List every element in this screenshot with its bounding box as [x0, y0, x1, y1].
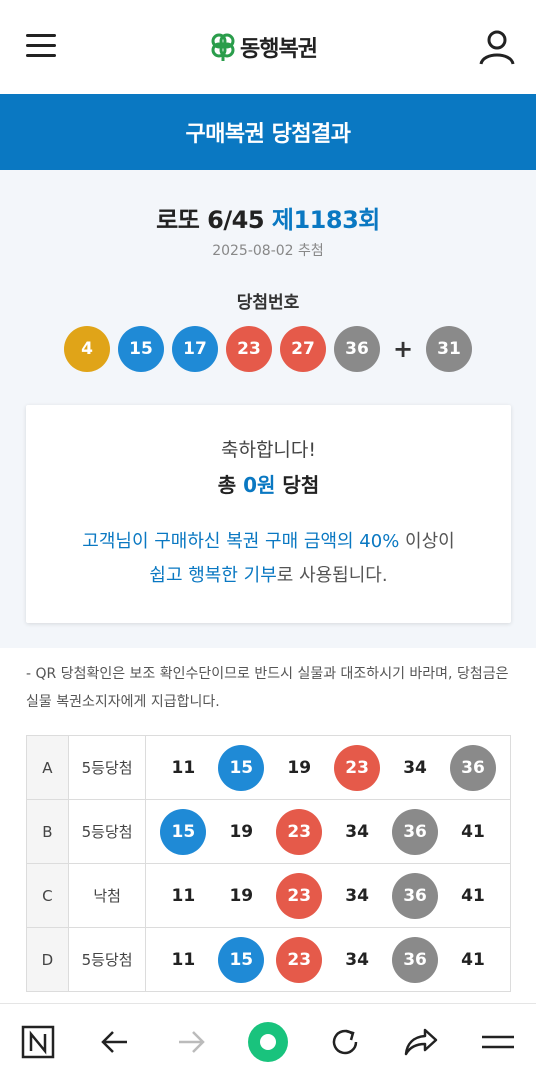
ticket-number: 34 [345, 949, 369, 970]
ticket-number: 36 [449, 744, 496, 791]
donation-msg-1: 고객님이 구매하신 복권 구매 금액의 40% [82, 531, 400, 552]
donation-msg-3: 쉽고 행복한 기부 [149, 565, 277, 586]
ticket-letter: C [26, 863, 69, 928]
ticket-number: 36 [392, 936, 439, 983]
back-arrow-icon[interactable] [90, 1017, 140, 1067]
ticket-table: A 5등당첨 11 15 19 23 34 36 B 5등당첨 15 19 23 34 36 41 C 낙첨 11 1… [26, 735, 511, 992]
winning-numbers-label: 당첨번호 [236, 293, 300, 313]
ticket-number: 19 [287, 757, 312, 778]
total-prefix: 총 [217, 473, 237, 497]
ticket-number: 34 [403, 757, 427, 778]
draw-result-section: 로또 6/45 제1183회 2025-08-02 추첨 당첨번호 4 15 17 2… [0, 170, 536, 648]
winning-number-ball: 27 [280, 326, 326, 372]
ticket-number: 19 [229, 821, 254, 842]
ticket-number: 15 [218, 936, 265, 983]
winning-numbers: 4 15 17 23 27 36 +31 [0, 326, 536, 372]
share-icon[interactable] [396, 1017, 446, 1067]
donation-message: 고객님이 구매하신 복권 구매 금액의 40% 이상이 쉽고 행복한 기부로 사… [26, 525, 511, 593]
winning-number-ball: 15 [118, 326, 164, 372]
ticket-number: 34 [345, 821, 369, 842]
ticket-status: 낙첨 [67, 863, 147, 928]
ticket-number: 11 [171, 885, 196, 906]
ticket-number: 15 [218, 744, 265, 791]
draw-date: 2025-08-02 추첨 [212, 243, 324, 259]
plus-sign: + [392, 335, 414, 363]
donation-msg-2: 이상이 [399, 531, 455, 552]
menu-icon[interactable] [473, 1017, 523, 1067]
ticket-number: 36 [392, 808, 439, 855]
ticket-numbers: 15 19 23 34 36 41 [145, 799, 511, 864]
page-title: 구매복권 당첨결과 [185, 122, 351, 147]
ticket-row: B 5등당첨 15 19 23 34 36 41 [26, 799, 511, 864]
ticket-number: 23 [276, 872, 323, 919]
total-prize: 총 0원 당첨 [26, 469, 511, 498]
ticket-number: 11 [171, 949, 196, 970]
browser-bottom-nav [0, 1003, 536, 1079]
bonus-number-ball: 31 [426, 326, 472, 372]
ticket-status: 5등당첨 [67, 735, 147, 800]
refresh-icon[interactable] [320, 1017, 370, 1067]
ticket-row: D 5등당첨 11 15 23 34 36 41 [26, 927, 511, 992]
ticket-number: 41 [461, 821, 485, 842]
ticket-number: 23 [276, 808, 323, 855]
ticket-row: A 5등당첨 11 15 19 23 34 36 [26, 735, 511, 800]
ticket-status: 5등당첨 [67, 799, 147, 864]
winning-number-ball: 36 [334, 326, 380, 372]
n-logo-icon[interactable] [13, 1017, 63, 1067]
ticket-number: 36 [392, 872, 439, 919]
ticket-numbers: 11 15 23 34 36 41 [145, 927, 511, 992]
top-bar: 동행복권 [0, 0, 536, 94]
ticket-letter: A [26, 735, 69, 800]
congrats-text: 축하합니다! [220, 439, 317, 461]
congrats-card: 축하합니다! 총 0원 당첨 고객님이 구매하신 복권 구매 금액의 40% 이… [26, 405, 511, 623]
logo-text: 동행복권 [240, 37, 318, 62]
donation-msg-4: 로 사용됩니다. [276, 565, 388, 586]
user-icon[interactable] [478, 28, 516, 66]
ticket-number: 23 [334, 744, 381, 791]
ticket-number: 41 [461, 885, 485, 906]
home-circle-icon[interactable] [243, 1017, 293, 1067]
ticket-numbers: 11 19 23 34 36 41 [145, 863, 511, 928]
ticket-row: C 낙첨 11 19 23 34 36 41 [26, 863, 511, 928]
draw-title: 로또 6/45 제1183회 [0, 200, 536, 235]
game-name: 로또 6/45 [156, 206, 265, 234]
ticket-number: 23 [276, 936, 323, 983]
ticket-status: 5등당첨 [67, 927, 147, 992]
forward-arrow-icon[interactable] [166, 1017, 216, 1067]
ticket-letter: D [26, 927, 69, 992]
page-title-banner: 구매복권 당첨결과 [0, 94, 536, 170]
ticket-number: 34 [345, 885, 369, 906]
ticket-number: 15 [160, 808, 207, 855]
ticket-number: 19 [229, 885, 254, 906]
winning-number-ball: 17 [172, 326, 218, 372]
ticket-letter: B [26, 799, 69, 864]
ticket-number: 41 [461, 949, 485, 970]
winning-number-ball: 23 [226, 326, 272, 372]
notice-text: - QR 당첨확인은 보조 확인수단이므로 반드시 실물과 대조하시기 바라며,… [26, 666, 509, 710]
clover-logo-icon [211, 33, 235, 61]
prize-amount: 0원 [243, 473, 276, 497]
logo[interactable]: 동행복권 [210, 30, 318, 64]
winning-number-ball: 4 [64, 326, 110, 372]
draw-round: 제1183회 [271, 206, 380, 234]
total-suffix: 당첨 [282, 473, 320, 497]
ticket-numbers: 11 15 19 23 34 36 [145, 735, 511, 800]
ticket-number: 11 [171, 757, 196, 778]
hamburger-icon[interactable] [26, 32, 56, 60]
